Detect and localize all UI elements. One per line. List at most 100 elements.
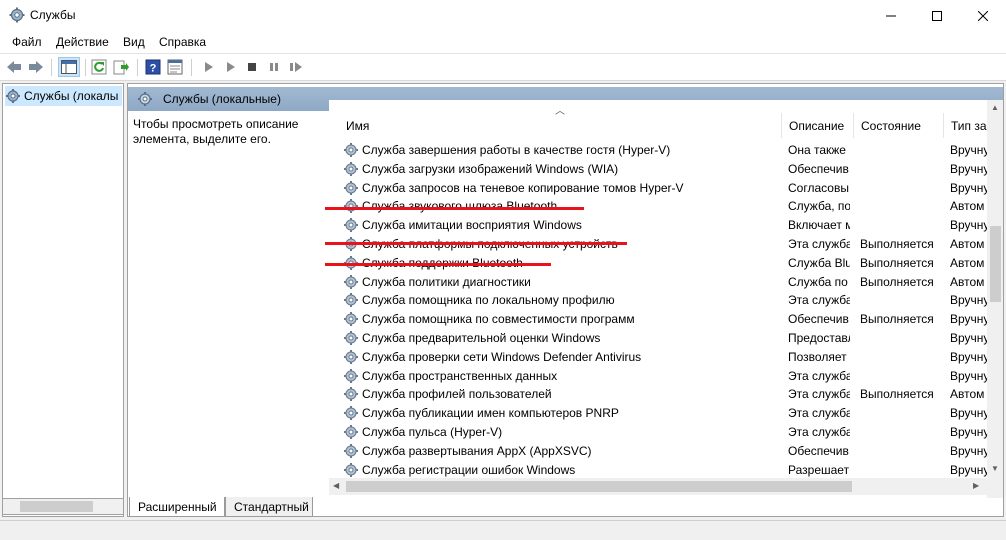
service-startup-type: Автом — [950, 274, 985, 289]
service-description: Эта служба — [788, 387, 850, 402]
show-tree-button[interactable] — [58, 57, 80, 77]
vertical-scrollbar[interactable]: ▲ ▼ — [987, 100, 1003, 498]
service-name: Служба профилей пользователей — [362, 387, 552, 402]
properties-button[interactable] — [166, 58, 184, 76]
stop-service-button[interactable] — [243, 58, 261, 76]
service-gear-icon — [343, 462, 359, 478]
pause-service-button[interactable] — [265, 58, 283, 76]
service-name: Служба помощника по локальному профилю — [362, 293, 615, 308]
service-description: Включает м — [788, 218, 850, 233]
maximize-button[interactable] — [914, 0, 960, 31]
service-row[interactable]: Служба завершения работы в качестве гост… — [329, 141, 1003, 160]
scroll-up-icon[interactable]: ▲ — [991, 103, 999, 112]
service-row[interactable]: Служба пульса (Hyper-V) Эта служба Вручну — [329, 423, 1003, 442]
service-row[interactable]: Служба пространственных данных Эта служба… — [329, 367, 1003, 386]
maximize-icon — [932, 10, 942, 21]
tab-extended[interactable]: Расширенный — [129, 497, 225, 517]
service-gear-icon — [343, 274, 359, 290]
menu-view[interactable]: Вид — [123, 35, 145, 49]
forward-button[interactable] — [27, 58, 45, 76]
service-state: Выполняется — [860, 255, 934, 270]
service-gear-icon — [343, 217, 359, 233]
service-description: Служба Blu — [788, 255, 850, 270]
column-name[interactable]: Имя — [339, 113, 782, 138]
service-description: Позволяет з — [788, 349, 850, 364]
service-description: Обеспечив — [788, 443, 849, 458]
menu-help[interactable]: Справка — [159, 35, 206, 49]
service-row[interactable]: Служба предварительной оценки Windows Пре… — [329, 329, 1003, 348]
minimize-button[interactable] — [868, 0, 914, 31]
back-arrow-icon — [7, 61, 21, 73]
service-gear-icon — [343, 161, 359, 177]
menu-file[interactable]: Файл — [12, 35, 42, 49]
minimize-icon — [886, 15, 896, 16]
column-description[interactable]: Описание — [782, 113, 854, 138]
service-startup-type: Вручну — [950, 330, 990, 345]
play-outline-icon — [227, 62, 235, 72]
console-tree-icon — [61, 60, 77, 74]
service-description: Предоставл — [788, 330, 850, 345]
scrollbar-thumb[interactable] — [990, 226, 1001, 302]
scrollbar-thumb[interactable] — [20, 501, 93, 512]
service-description: Эта служба — [788, 368, 850, 383]
column-headers: Имя Описание Состояние Тип за — [329, 113, 1003, 138]
export-list-button[interactable] — [112, 58, 130, 76]
service-row[interactable]: Служба развертывания AppX (AppXSVC) Обесп… — [329, 442, 1003, 461]
close-icon — [978, 10, 988, 21]
service-startup-type: Вручну — [950, 218, 990, 233]
toolbar: ? — [0, 53, 1006, 81]
start-service-alt-button[interactable] — [221, 58, 239, 76]
service-name: Служба завершения работы в качестве гост… — [362, 143, 671, 157]
tree-item-services-local[interactable]: Службы (локалы — [5, 86, 123, 106]
service-description: Разрешает — [788, 462, 850, 477]
toolbar-separator — [191, 59, 192, 76]
service-name: Служба запросов на теневое копирование т… — [362, 180, 684, 195]
services-list: ︿ Имя Описание Состояние Тип за Служба з… — [329, 100, 1003, 498]
service-row[interactable]: Служба регистрации ошибок Windows Разреша… — [329, 461, 1003, 480]
services-gear-icon — [9, 7, 25, 23]
highlight-underline — [325, 242, 627, 245]
tree-horizontal-scrollbar[interactable] — [2, 498, 124, 515]
scroll-left-icon[interactable]: ◀ — [333, 481, 339, 490]
service-row[interactable]: Служба загрузки изображений Windows (WIA… — [329, 160, 1003, 179]
start-service-button[interactable] — [199, 58, 217, 76]
service-startup-type: Вручну — [950, 443, 990, 458]
description-hint: Чтобы просмотреть описание элемента, выд… — [133, 117, 299, 146]
service-row[interactable]: Служба проверки сети Windows Defender An… — [329, 348, 1003, 367]
service-description: Обеспечив — [788, 312, 849, 327]
refresh-button[interactable] — [90, 58, 108, 76]
properties-icon — [167, 59, 183, 75]
restart-service-button[interactable] — [287, 58, 305, 76]
service-description: Служба по — [788, 274, 848, 289]
service-startup-type: Автом — [950, 236, 985, 251]
menu-action[interactable]: Действие — [56, 35, 109, 49]
scrollbar-thumb[interactable] — [346, 481, 852, 492]
service-row[interactable]: Служба помощника по совместимости програ… — [329, 310, 1003, 329]
horizontal-scrollbar[interactable]: ◀ ▶ — [329, 478, 987, 495]
service-row[interactable]: Служба профилей пользователей Эта служба В… — [329, 385, 1003, 404]
service-gear-icon — [343, 330, 359, 346]
scroll-down-icon[interactable]: ▼ — [991, 464, 999, 473]
scroll-right-icon[interactable]: ▶ — [973, 481, 979, 490]
service-name: Служба политики диагностики — [362, 274, 531, 289]
back-button[interactable] — [5, 58, 23, 76]
close-button[interactable] — [960, 0, 1006, 31]
service-description: Согласовы — [788, 180, 849, 195]
service-row[interactable]: Служба имитации восприятия Windows Включа… — [329, 216, 1003, 235]
service-row[interactable]: Служба публикации имен компьютеров PNRP Э… — [329, 404, 1003, 423]
pane-title: Службы (локальные) — [163, 92, 281, 106]
service-startup-type: Вручну — [950, 349, 990, 364]
service-description: Эта служба — [788, 236, 850, 251]
restart-icon — [290, 62, 302, 72]
service-row[interactable]: Служба запросов на теневое копирование т… — [329, 179, 1003, 198]
service-startup-type: Вручну — [950, 180, 990, 195]
service-row[interactable]: Служба помощника по локальному профилю Эт… — [329, 291, 1003, 310]
service-state: Выполняется — [860, 312, 934, 327]
export-icon — [113, 60, 129, 75]
toolbar-separator — [85, 59, 86, 76]
tab-standard[interactable]: Стандартный — [225, 497, 313, 517]
help-button[interactable]: ? — [144, 58, 162, 76]
service-gear-icon — [343, 292, 359, 308]
column-state[interactable]: Состояние — [854, 113, 944, 138]
service-row[interactable]: Служба политики диагностики Служба по Выпо… — [329, 273, 1003, 292]
